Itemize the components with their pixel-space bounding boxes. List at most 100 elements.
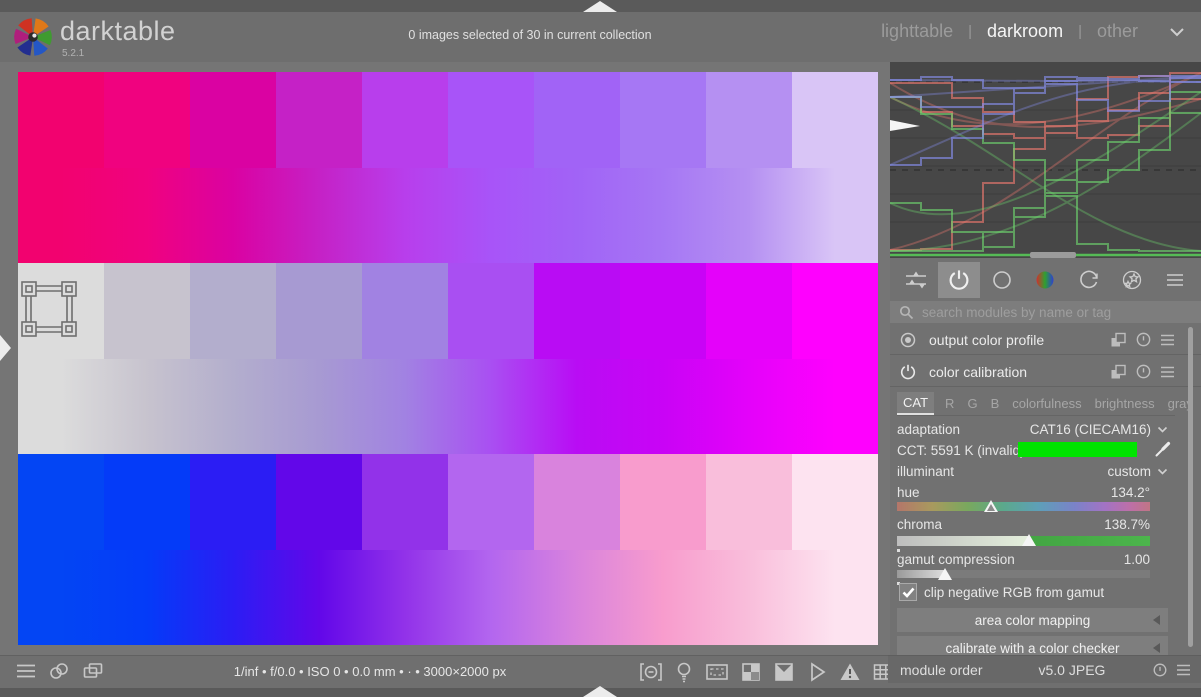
reset-icon[interactable] <box>1152 662 1168 678</box>
module-order-bar: module order v5.0 JPEG <box>888 655 1201 683</box>
module-search-box[interactable]: search modules by name or tag <box>890 301 1201 323</box>
module-color-calibration[interactable]: color calibration <box>890 357 1201 387</box>
collection-status: 0 images selected of 30 in current colle… <box>250 28 810 42</box>
reset-icon[interactable] <box>1135 331 1152 348</box>
module-order-label[interactable]: module order <box>900 662 983 678</box>
color-swatch <box>362 454 448 550</box>
illuminant-row[interactable]: illuminant custom <box>897 461 1168 481</box>
color-swatch <box>706 454 792 550</box>
active-modules-group-icon[interactable] <box>895 262 937 298</box>
view-darkroom[interactable]: darkroom <box>987 21 1063 42</box>
stepped-swatches <box>18 263 878 359</box>
raw-overexposure-icon[interactable] <box>805 660 829 684</box>
module-label[interactable]: color calibration <box>929 364 1098 380</box>
gamut-value: 1.00 <box>1124 552 1150 567</box>
overexposure-warning-icon[interactable] <box>838 660 862 684</box>
snapshots-icon[interactable] <box>48 661 70 681</box>
gamut-slider-marker[interactable] <box>938 568 952 580</box>
presets-menu-icon[interactable] <box>1176 664 1191 676</box>
color-group-icon[interactable] <box>1024 262 1066 298</box>
power-group-icon[interactable] <box>938 262 980 298</box>
tab-g[interactable]: G <box>965 393 979 415</box>
gamut-check-icon[interactable] <box>739 660 763 684</box>
effects-group-icon[interactable] <box>1111 262 1153 298</box>
presets-menu-icon[interactable] <box>1160 366 1175 378</box>
panel-scrollbar[interactable] <box>1188 327 1193 647</box>
adaptation-label: adaptation <box>897 422 1030 437</box>
expand-left-panel-arrow[interactable] <box>0 335 11 361</box>
module-group-bar <box>890 262 1201 298</box>
iso12646-assessment-icon[interactable] <box>638 660 664 684</box>
adaptation-row[interactable]: adaptation CAT16 (CIECAM16) <box>897 419 1168 439</box>
chroma-slider-marker[interactable] <box>1022 534 1036 546</box>
hue-slider-marker[interactable] <box>984 500 998 512</box>
module-order-value[interactable]: v5.0 JPEG <box>1039 662 1145 678</box>
color-swatch <box>620 454 706 550</box>
gradient-band-3 <box>18 454 878 645</box>
chroma-value: 138.7% <box>1104 517 1150 532</box>
image-preview[interactable] <box>18 72 878 645</box>
hue-slider[interactable] <box>897 502 1150 511</box>
tab-b[interactable]: B <box>989 393 1002 415</box>
expand-filmstrip-arrow[interactable] <box>583 686 617 697</box>
expand-top-panel-arrow[interactable] <box>583 1 617 12</box>
search-placeholder: search modules by name or tag <box>922 305 1111 320</box>
color-calibration-tabs: CAT R G B colorfulness brightness gray <box>897 391 1175 416</box>
chevron-down-icon[interactable] <box>1157 468 1168 475</box>
app-version: 5.2.1 <box>62 48 84 59</box>
multi-instance-icon[interactable] <box>1110 332 1127 348</box>
reset-icon[interactable] <box>1135 363 1152 380</box>
view-lighttable[interactable]: lighttable <box>881 21 953 42</box>
lamp-icon[interactable] <box>673 660 695 684</box>
cct-row: CCT: 5591 K (invalid) <box>897 440 1168 460</box>
color-swatch <box>448 454 534 550</box>
tab-cat[interactable]: CAT <box>897 392 934 415</box>
color-swatch <box>18 72 104 168</box>
view-other[interactable]: other <box>1097 21 1138 42</box>
color-swatch <box>620 263 706 359</box>
color-swatch <box>792 263 878 359</box>
multi-instance-icon[interactable] <box>1110 364 1127 380</box>
gamut-row: gamut compression 1.00 <box>897 549 1150 569</box>
illuminant-label: illuminant <box>897 464 1107 479</box>
chevron-down-icon[interactable] <box>1169 27 1185 37</box>
calibrate-color-checker-button[interactable]: calibrate with a color checker <box>897 636 1168 655</box>
scope-resize-handle[interactable] <box>1030 252 1076 258</box>
toolbar-menu-icon[interactable] <box>16 663 36 679</box>
color-picker-icon[interactable] <box>1154 441 1171 458</box>
ornamental-frame-mark <box>18 278 80 340</box>
tab-brightness[interactable]: brightness <box>1093 393 1157 415</box>
module-on-indicator-icon[interactable] <box>899 331 917 349</box>
view-switcher: lighttable | darkroom | other <box>881 21 1185 42</box>
tab-r[interactable]: R <box>943 393 956 415</box>
illuminant-value[interactable]: custom <box>1107 464 1151 479</box>
correct-group-icon[interactable] <box>1068 262 1110 298</box>
right-panel: search modules by name or tag output col… <box>890 62 1201 655</box>
darktable-window: darktable 5.2.1 0 images selected of 30 … <box>0 0 1201 697</box>
area-color-mapping-button[interactable]: area color mapping <box>897 608 1168 632</box>
hue-row: hue 134.2° <box>897 482 1150 502</box>
color-swatch <box>190 263 276 359</box>
presets-menu-icon[interactable] <box>1160 334 1175 346</box>
color-swatch <box>362 72 448 168</box>
chroma-slider[interactable] <box>897 536 1150 546</box>
chevron-down-icon[interactable] <box>1157 426 1168 433</box>
gamut-slider[interactable] <box>897 570 1150 578</box>
tab-colorfulness[interactable]: colorfulness <box>1010 393 1083 415</box>
module-power-icon[interactable] <box>899 363 917 381</box>
second-window-icon[interactable] <box>704 660 730 684</box>
duplicates-icon[interactable] <box>82 661 104 681</box>
clip-negative-rgb-checkbox[interactable] <box>899 583 917 601</box>
color-swatch <box>448 263 534 359</box>
module-label[interactable]: output color profile <box>929 332 1098 348</box>
module-output-color-profile[interactable]: output color profile <box>890 325 1201 355</box>
softproof-icon[interactable] <box>772 660 796 684</box>
groups-menu-icon[interactable] <box>1154 262 1196 298</box>
color-swatch <box>276 454 362 550</box>
cct-color-swatch[interactable] <box>1018 442 1137 457</box>
adaptation-value[interactable]: CAT16 (CIECAM16) <box>1030 422 1151 437</box>
waveform-scope[interactable] <box>890 62 1201 258</box>
color-swatch <box>534 72 620 168</box>
basic-group-icon[interactable] <box>981 262 1023 298</box>
nav-separator: | <box>1078 23 1082 40</box>
